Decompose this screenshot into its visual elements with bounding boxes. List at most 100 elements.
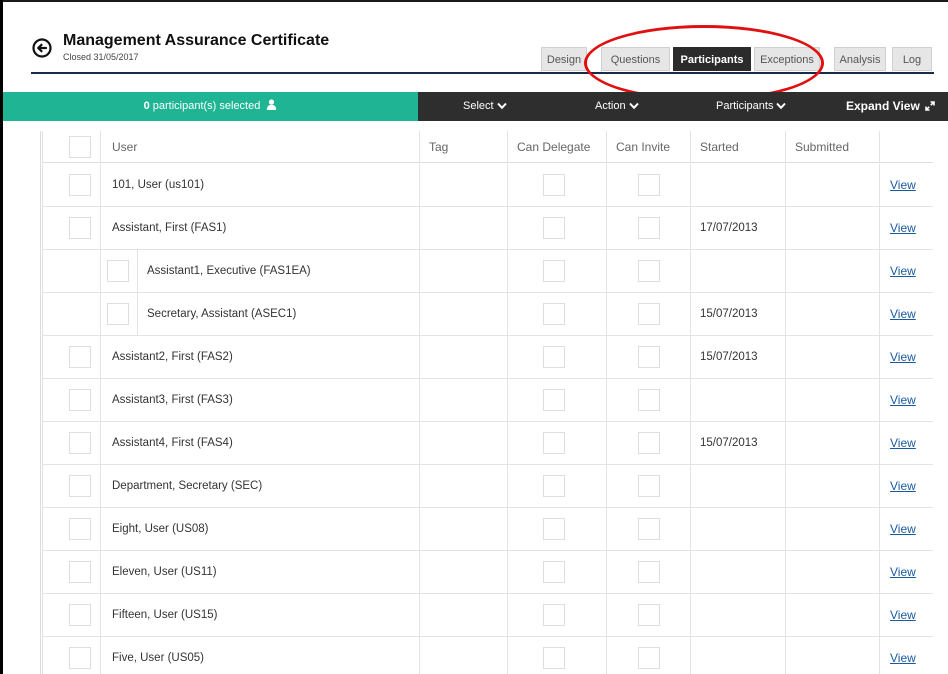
table-row[interactable]: Fifteen, User (US15) View [42,594,933,637]
cell-can-invite [606,594,690,636]
can-invite-checkbox[interactable] [638,346,660,368]
cell-started [690,551,785,593]
select-all-checkbox[interactable] [69,135,91,158]
row-checkbox[interactable] [69,174,91,196]
row-checkbox[interactable] [69,604,91,626]
view-link[interactable]: View [890,479,916,493]
row-checkbox[interactable] [69,561,91,583]
cell-can-delegate [507,551,606,593]
user-name: Assistant3, First (FAS3) [112,394,233,406]
view-link[interactable]: View [890,264,916,278]
view-link[interactable]: View [890,608,916,622]
can-delegate-checkbox[interactable] [543,260,565,282]
participants-menu-button[interactable]: Participants [716,92,787,121]
can-delegate-checkbox[interactable] [543,604,565,626]
can-invite-checkbox[interactable] [638,432,660,454]
can-invite-checkbox[interactable] [638,604,660,626]
row-checkbox[interactable] [107,260,129,282]
cell-user: Secretary, Assistant (ASEC1) [100,293,419,335]
can-invite-checkbox[interactable] [638,647,660,669]
row-checkbox[interactable] [69,647,91,669]
cell-started: 15/07/2013 [690,422,785,464]
row-checkbox[interactable] [69,518,91,540]
can-delegate-checkbox[interactable] [543,518,565,540]
table-row[interactable]: Secretary, Assistant (ASEC1) 15/07/2013 Vi… [42,293,933,336]
table-row[interactable]: Department, Secretary (SEC) View [42,465,933,508]
cell-tag [419,164,507,206]
can-invite-checkbox[interactable] [638,303,660,325]
view-link[interactable]: View [890,522,916,536]
row-checkbox[interactable] [69,346,91,368]
can-delegate-checkbox[interactable] [543,647,565,669]
cell-submitted [785,594,879,636]
row-checkbox[interactable] [69,432,91,454]
view-link[interactable]: View [890,651,916,665]
table-row[interactable]: Assistant, First (FAS1) 17/07/2013 View [42,207,933,250]
view-link[interactable]: View [890,393,916,407]
column-header-tag: Tag [429,139,449,154]
expand-view-button[interactable]: Expand View [846,92,935,121]
can-invite-checkbox[interactable] [638,518,660,540]
header-cell-submitted: Submitted [785,131,879,162]
user-name: 101, User (us101) [112,179,205,191]
cell-can-delegate [507,164,606,206]
can-delegate-checkbox[interactable] [543,389,565,411]
table-row[interactable]: Eleven, User (US11) View [42,551,933,594]
can-delegate-checkbox[interactable] [543,475,565,497]
view-link[interactable]: View [890,307,916,321]
column-header-user: User [112,139,138,154]
can-delegate-checkbox[interactable] [543,346,565,368]
row-checkbox[interactable] [69,475,91,497]
row-checkbox[interactable] [69,389,91,411]
view-link[interactable]: View [890,350,916,364]
cell-can-delegate [507,336,606,378]
can-invite-checkbox[interactable] [638,174,660,196]
table-row[interactable]: Assistant3, First (FAS3) View [42,379,933,422]
started-date: 17/07/2013 [700,222,758,234]
cell-submitted [785,293,879,335]
can-delegate-checkbox[interactable] [543,303,565,325]
can-invite-checkbox[interactable] [638,260,660,282]
view-link[interactable]: View [890,221,916,235]
can-invite-checkbox[interactable] [638,475,660,497]
cell-started: 15/07/2013 [690,336,785,378]
cell-user: Eight, User (US08) [100,508,419,550]
table-row[interactable]: Assistant4, First (FAS4) 15/07/2013 View [42,422,933,465]
tab-analysis[interactable]: Analysis [834,47,886,71]
cell-submitted [785,164,879,206]
view-link[interactable]: View [890,565,916,579]
cell-tag [419,379,507,421]
table-row[interactable]: Five, User (US05) View [42,637,933,674]
view-link[interactable]: View [890,178,916,192]
back-arrow-circle-icon[interactable] [32,38,52,58]
table-row[interactable]: Eight, User (US08) View [42,508,933,551]
header-cell-view [879,131,933,162]
user-name: Assistant1, Executive (FAS1EA) [147,265,311,277]
can-invite-checkbox[interactable] [638,217,660,239]
cell-can-delegate [507,465,606,507]
cell-can-delegate [507,594,606,636]
select-menu-button[interactable]: Select [463,92,507,121]
view-link[interactable]: View [890,436,916,450]
cell-select [42,465,91,507]
cell-view: View [879,551,933,593]
table-row[interactable]: Assistant1, Executive (FAS1EA) View [42,250,933,293]
cell-started [690,508,785,550]
cell-select [42,637,91,674]
can-invite-checkbox[interactable] [638,389,660,411]
action-menu-button[interactable]: Action [595,92,639,121]
tab-log[interactable]: Log [892,47,932,71]
cell-view: View [879,293,933,335]
indent-divider [137,250,138,292]
tab-design[interactable]: Design [541,47,587,71]
table-row[interactable]: Assistant2, First (FAS2) 15/07/2013 View [42,336,933,379]
can-delegate-checkbox[interactable] [543,432,565,454]
can-delegate-checkbox[interactable] [543,561,565,583]
row-checkbox[interactable] [69,217,91,239]
can-invite-checkbox[interactable] [638,561,660,583]
table-row[interactable]: 101, User (us101) View [42,164,933,207]
row-checkbox[interactable] [107,303,129,325]
can-delegate-checkbox[interactable] [543,174,565,196]
can-delegate-checkbox[interactable] [543,217,565,239]
started-date: 15/07/2013 [700,351,758,363]
